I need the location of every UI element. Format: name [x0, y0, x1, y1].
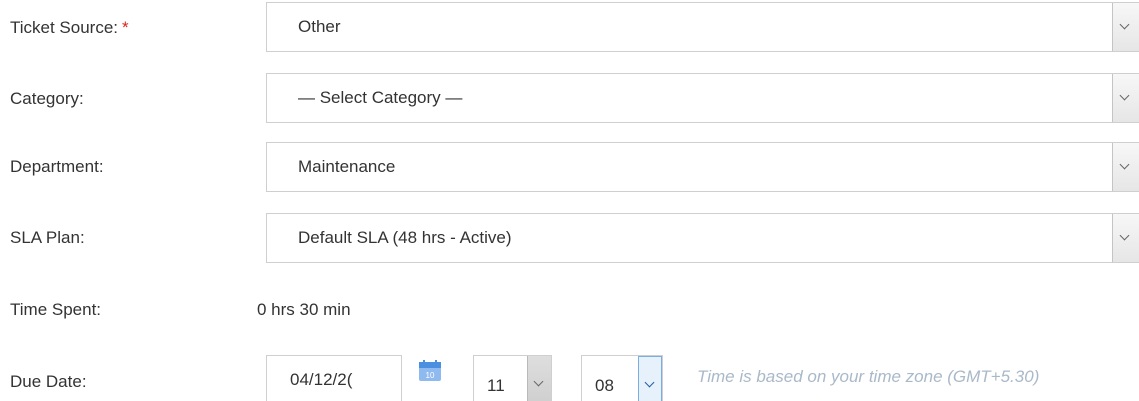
minute-select[interactable]: 08: [581, 355, 663, 401]
due-date-value: 04/12/2(: [290, 370, 353, 389]
hour-dropdown-button[interactable]: [527, 356, 551, 401]
category-value: — Select Category —: [298, 88, 463, 107]
sla-plan-select[interactable]: Default SLA (48 hrs - Active): [266, 213, 1139, 263]
sla-plan-label: SLA Plan:: [10, 228, 85, 247]
calendar-day-text: 10: [426, 371, 435, 380]
timezone-note: Time is based on your time zone (GMT+5.3…: [697, 367, 1040, 386]
ticket-source-label: Ticket Source: *: [10, 18, 129, 38]
sla-plan-value: Default SLA (48 hrs - Active): [298, 228, 512, 247]
ticket-source-select[interactable]: Other: [266, 2, 1139, 52]
hour-value: 11: [487, 376, 505, 395]
chevron-down-icon: [1119, 159, 1130, 170]
department-dropdown-button[interactable]: [1112, 143, 1139, 191]
department-value: Maintenance: [298, 157, 396, 176]
ticket-form: Ticket Source: * Other Category: — Select…: [0, 0, 1139, 401]
hour-select[interactable]: 11: [473, 355, 552, 401]
ticket-source-label-text: Ticket Source:: [10, 18, 119, 37]
chevron-down-icon: [533, 376, 544, 387]
chevron-down-icon: [1119, 90, 1130, 101]
time-spent-label: Time Spent:: [10, 300, 102, 319]
category-dropdown-button[interactable]: [1112, 74, 1139, 122]
required-asterisk: *: [122, 18, 129, 37]
chevron-down-icon: [1119, 19, 1130, 30]
due-date-input[interactable]: 04/12/2(: [266, 355, 402, 401]
department-label: Department:: [10, 157, 104, 176]
due-date-label: Due Date:: [10, 372, 87, 391]
minute-value: 08: [595, 376, 614, 395]
department-select[interactable]: Maintenance: [266, 142, 1139, 192]
calendar-icon[interactable]: 10: [418, 360, 442, 382]
ticket-source-dropdown-button[interactable]: [1112, 3, 1139, 51]
minute-dropdown-button[interactable]: [638, 356, 662, 401]
chevron-down-icon: [644, 377, 655, 388]
time-spent-value: 0 hrs 30 min: [257, 300, 351, 319]
chevron-down-icon: [1119, 230, 1130, 241]
sla-plan-dropdown-button[interactable]: [1112, 214, 1139, 262]
category-label: Category:: [10, 89, 84, 108]
ticket-source-value: Other: [298, 17, 341, 36]
category-select[interactable]: — Select Category —: [266, 73, 1139, 123]
